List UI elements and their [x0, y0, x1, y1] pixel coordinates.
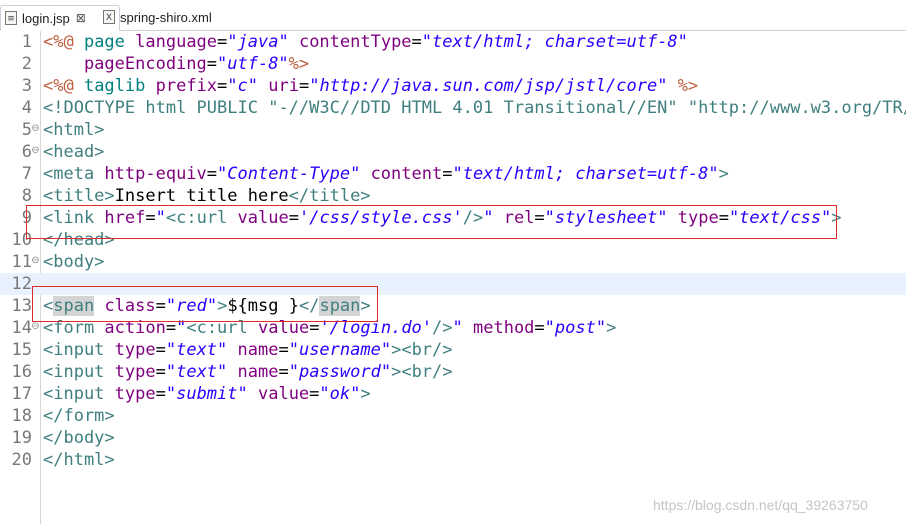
- code-line-11: <body>: [43, 252, 105, 272]
- code-line-1: <%@ page language="java" contentType="te…: [43, 32, 688, 52]
- line-number: 7: [21, 164, 32, 184]
- code-line-2: pageEncoding="utf-8"%>: [43, 54, 310, 74]
- line-number: 17: [11, 384, 32, 404]
- code-line-18: </form>: [43, 406, 115, 426]
- line-number: 19: [11, 428, 32, 448]
- watermark: https://blog.csdn.net/qq_39263750: [653, 497, 868, 513]
- annotation-box-span-line: [32, 286, 378, 322]
- xml-file-icon: X: [103, 10, 115, 24]
- code-line-17: <input type="submit" value="ok">: [43, 384, 371, 404]
- fold-toggle-icon[interactable]: ⊖: [31, 322, 40, 332]
- line-number: 13: [11, 296, 32, 316]
- line-number: 3: [21, 76, 32, 96]
- line-number: 12: [11, 274, 32, 294]
- code-line-5: <html>: [43, 120, 105, 140]
- code-line-4: <!DOCTYPE html PUBLIC "-//W3C//DTD HTML …: [43, 98, 906, 118]
- tab-label: spring-shiro.xml: [120, 9, 212, 25]
- line-number: 8: [21, 186, 32, 206]
- code-line-6: <head>: [43, 142, 105, 162]
- line-number: 4: [21, 98, 32, 118]
- line-number: 1: [21, 32, 32, 52]
- line-number: 15: [11, 340, 32, 360]
- fold-toggle-icon[interactable]: ⊖: [31, 256, 40, 266]
- close-tab-icon[interactable]: ⊠: [76, 11, 86, 25]
- fold-toggle-icon[interactable]: ⊖: [31, 146, 40, 156]
- jsp-file-icon: ≡: [5, 11, 17, 25]
- code-line-20: </html>: [43, 450, 115, 470]
- editor-tab-bar: ≡ login.jsp ⊠ X spring-shiro.xml: [0, 0, 906, 31]
- tab-label: login.jsp: [22, 10, 70, 26]
- line-number: 20: [11, 450, 32, 470]
- code-line-8: <title>Insert title here</title>: [43, 186, 371, 206]
- code-line-3: <%@ taglib prefix="c" uri="http://java.s…: [43, 76, 699, 96]
- line-number: 14: [11, 318, 32, 338]
- code-line-19: </body>: [43, 428, 115, 448]
- annotation-box-link-line: [26, 205, 837, 239]
- line-number: 6: [21, 142, 32, 162]
- code-line-15: <input type="text" name="username"><br/>: [43, 340, 453, 360]
- line-number: 5: [21, 120, 32, 140]
- code-editor[interactable]: 1 2 3 4 5 ⊖ 6 ⊖ 7 8 9 10 11 ⊖ 12 13 14 ⊖ 15 …: [0, 31, 906, 524]
- code-line-7: <meta http-equiv="Content-Type" content=…: [43, 164, 729, 184]
- code-line-16: <input type="text" name="password"><br/>: [43, 362, 453, 382]
- line-number: 11: [11, 252, 32, 272]
- line-number: 2: [21, 54, 32, 74]
- fold-toggle-icon[interactable]: ⊖: [31, 124, 40, 134]
- line-number: 18: [11, 406, 32, 426]
- tab-spring-shiro-xml[interactable]: X spring-shiro.xml: [99, 5, 229, 29]
- line-number: 16: [11, 362, 32, 382]
